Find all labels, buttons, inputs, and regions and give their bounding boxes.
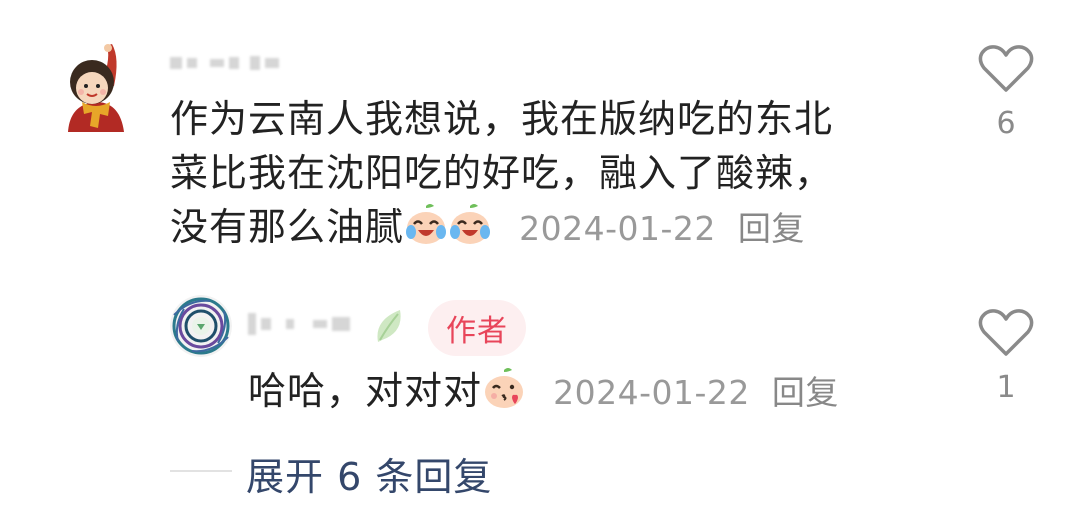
username-blurred[interactable] <box>170 48 279 78</box>
crying-laughing-peach-emoji <box>450 204 491 244</box>
avatar[interactable] <box>170 295 232 357</box>
comment-thread: 作为云南人我想说，我在版纳吃的东北 菜比我在沈阳吃的好吃，融入了酸辣， 没有那么… <box>0 0 1080 516</box>
like-count: 6 <box>996 106 1016 141</box>
like-group: 1 <box>976 308 1036 405</box>
heart-outline-icon[interactable] <box>978 308 1034 358</box>
like-count: 1 <box>996 370 1016 405</box>
reply-button[interactable]: 回复 <box>772 373 839 412</box>
reply-button[interactable]: 回复 <box>738 209 805 248</box>
divider <box>170 470 232 472</box>
comment-line-with-meta: 没有那么油腻 2024-01-22 回复 <box>170 200 900 256</box>
reply-body: 哈哈，对对对 2024-01-22 回复 <box>248 364 839 420</box>
comment-line: 没有那么油腻 <box>170 205 405 249</box>
expand-replies-button[interactable]: 展开 6 条回复 <box>246 446 492 501</box>
reply-meta: 2024-01-22 回复 <box>553 373 839 412</box>
author-badge: 作者 <box>428 300 526 356</box>
kissing-peach-emoji <box>485 368 524 408</box>
comment-body: 作为云南人我想说，我在版纳吃的东北 菜比我在沈阳吃的好吃，融入了酸辣， 没有那么… <box>170 92 900 256</box>
like-group: 6 <box>976 44 1036 141</box>
reply-text: 哈哈，对对对 <box>248 369 483 413</box>
heart-outline-icon[interactable] <box>978 44 1034 94</box>
comment-meta: 2024-01-22 回复 <box>519 209 805 248</box>
reply-date: 2024-01-22 <box>553 373 750 412</box>
crying-laughing-peach-emoji <box>406 204 447 244</box>
comment-line: 作为云南人我想说，我在版纳吃的东北 <box>170 97 834 141</box>
avatar[interactable] <box>62 44 132 134</box>
leaf-icon <box>377 310 401 342</box>
comment-line: 菜比我在沈阳吃的好吃，融入了酸辣， <box>170 151 834 195</box>
comment-date: 2024-01-22 <box>519 209 716 248</box>
username-blurred[interactable] <box>248 306 350 342</box>
